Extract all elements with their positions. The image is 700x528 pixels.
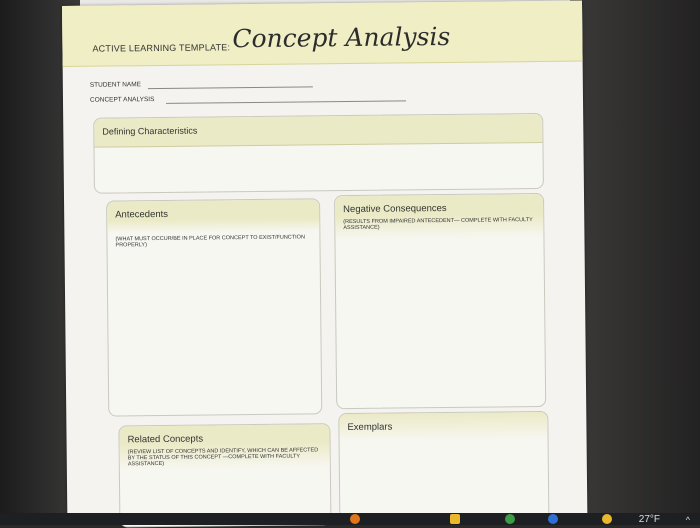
- template-header: ACTIVE LEARNING TEMPLATE: Concept Analys…: [62, 0, 583, 67]
- concept-analysis-sheet: ACTIVE LEARNING TEMPLATE: Concept Analys…: [62, 0, 588, 528]
- concept-analysis-line: [166, 100, 407, 104]
- related-concepts-box[interactable]: Related Concepts (REVIEW LIST OF CONCEPT…: [118, 423, 332, 528]
- taskbar: 27°F ^: [0, 513, 700, 525]
- antecedents-box[interactable]: Antecedents (WHAT MUST OCCUR/BE IN PLACE…: [106, 198, 323, 417]
- exemplars-title: Exemplars: [339, 411, 548, 443]
- negative-consequences-label: Negative Consequences: [343, 202, 447, 216]
- student-name-field[interactable]: STUDENT NAME: [89, 81, 313, 90]
- weather-icon: [602, 514, 612, 524]
- related-concepts-title: Related Concepts (REVIEW LIST OF CONCEPT…: [119, 424, 330, 471]
- monitor-bezel-right: [570, 0, 700, 525]
- related-concepts-note: (REVIEW LIST OF CONCEPTS AND IDENTIFY, W…: [127, 447, 319, 468]
- student-name-label: STUDENT NAME: [89, 81, 142, 89]
- antecedents-title: Antecedents: [107, 199, 320, 234]
- student-name-line: [147, 86, 313, 90]
- file-explorer-icon[interactable]: [350, 514, 360, 524]
- weather-temperature[interactable]: 27°F: [639, 514, 660, 525]
- defining-characteristics-title: Defining Characteristics: [94, 113, 543, 148]
- antecedents-note: (WHAT MUST OCCUR/BE IN PLACE FOR CONCEPT…: [115, 234, 305, 249]
- negative-consequences-title: Negative Consequences (RESULTS FROM IMPA…: [335, 193, 544, 241]
- concept-analysis-field[interactable]: CONCEPT ANALYSIS: [89, 96, 407, 104]
- related-concepts-label: Related Concepts: [127, 433, 204, 446]
- template-label: ACTIVE LEARNING TEMPLATE:: [92, 42, 231, 54]
- folder-icon[interactable]: [450, 514, 460, 524]
- chrome-icon[interactable]: [505, 514, 515, 524]
- concept-analysis-label: CONCEPT ANALYSIS: [89, 96, 155, 104]
- negative-consequences-note: (RESULTS FROM IMPAIRED ANTECEDENT— COMPL…: [343, 217, 533, 232]
- defining-characteristics-box[interactable]: Defining Characteristics: [93, 112, 544, 194]
- negative-consequences-box[interactable]: Negative Consequences (RESULTS FROM IMPA…: [333, 192, 547, 410]
- chevron-up-icon[interactable]: ^: [686, 515, 690, 525]
- page-title: Concept Analysis: [232, 21, 451, 54]
- help-icon[interactable]: [548, 514, 558, 524]
- exemplars-box[interactable]: Exemplars: [338, 410, 550, 526]
